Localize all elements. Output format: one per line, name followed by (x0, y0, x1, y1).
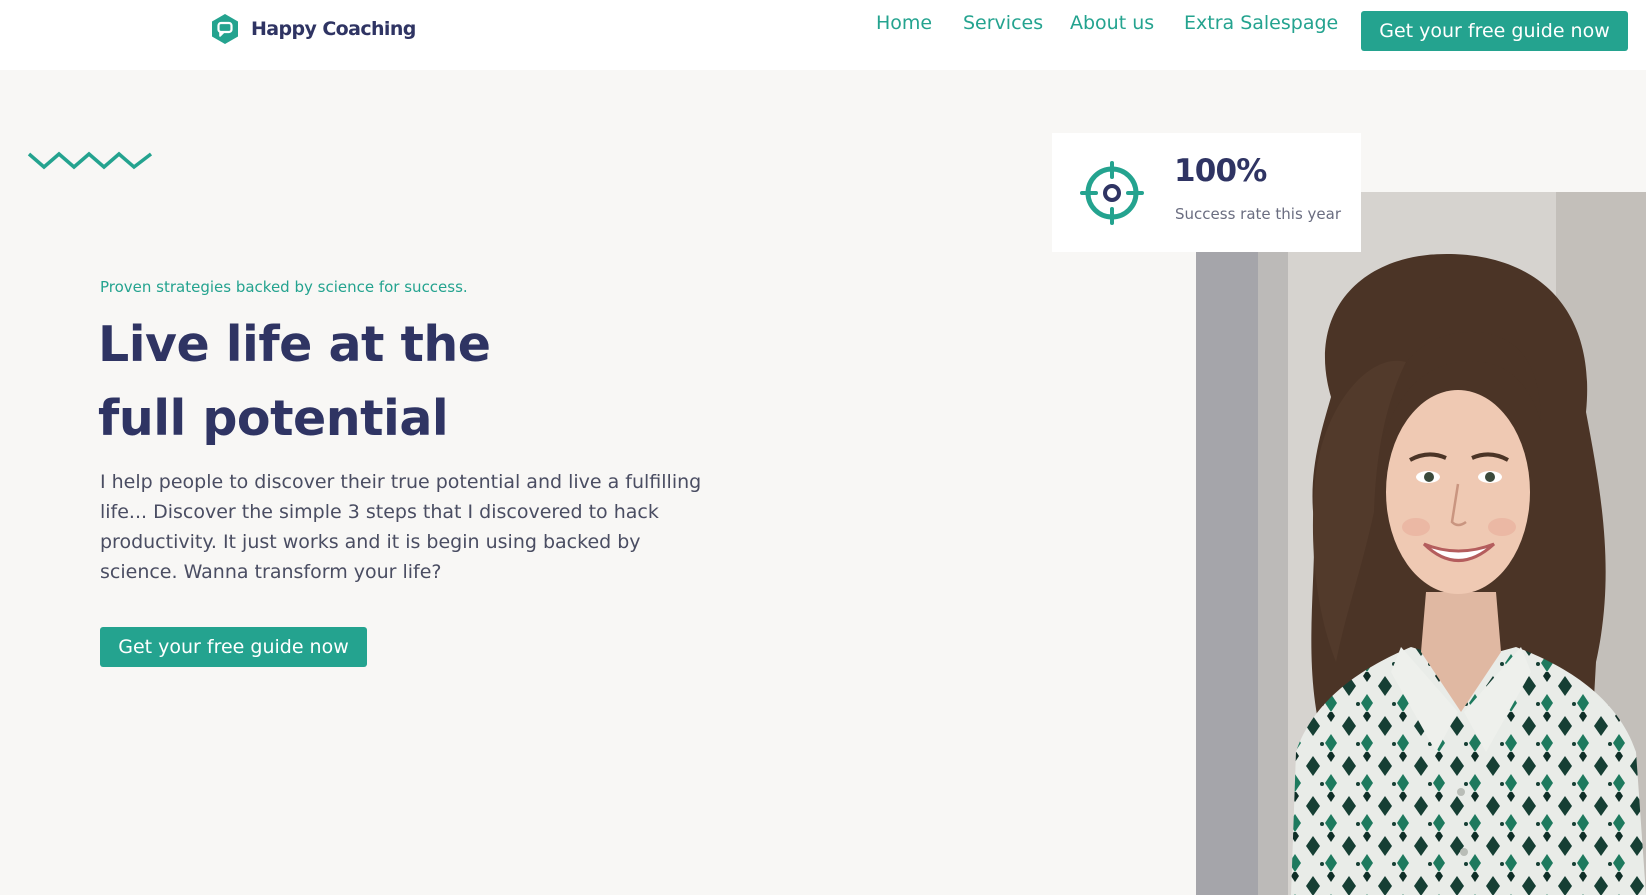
target-icon (1080, 161, 1144, 225)
hero-headline-line-2: full potential (98, 390, 449, 447)
nav-item-extra-salespage[interactable]: Extra Salespage (1184, 12, 1338, 34)
nav-item-home[interactable]: Home (876, 12, 932, 34)
hero-tagline: Proven strategies backed by science for … (100, 278, 468, 296)
coach-portrait-photo (1196, 192, 1646, 895)
hero-headline: Live life at the full potential (98, 308, 698, 456)
hero-headline-line-1: Live life at the (98, 316, 491, 373)
site-header: Happy Coaching Home Services About us Ex… (0, 0, 1646, 70)
landing-page: Happy Coaching Home Services About us Ex… (0, 0, 1646, 895)
nav-item-about-us[interactable]: About us (1070, 12, 1154, 34)
success-rate-value: 100% (1174, 153, 1267, 189)
logo-link[interactable]: Happy Coaching (209, 13, 416, 45)
header-free-guide-button[interactable]: Get your free guide now (1361, 11, 1628, 51)
nav-item-services[interactable]: Services (963, 12, 1043, 34)
brand-name: Happy Coaching (251, 18, 416, 40)
success-rate-card: 100% Success rate this year (1052, 133, 1361, 252)
success-rate-label: Success rate this year (1175, 205, 1341, 223)
zigzag-decoration-icon (27, 151, 153, 170)
smiling-woman-photo-icon (1196, 192, 1646, 895)
hero-intro-text: I help people to discover their true pot… (100, 471, 702, 583)
chat-bubble-logo-icon (212, 14, 238, 44)
hero-free-guide-button[interactable]: Get your free guide now (100, 627, 367, 667)
